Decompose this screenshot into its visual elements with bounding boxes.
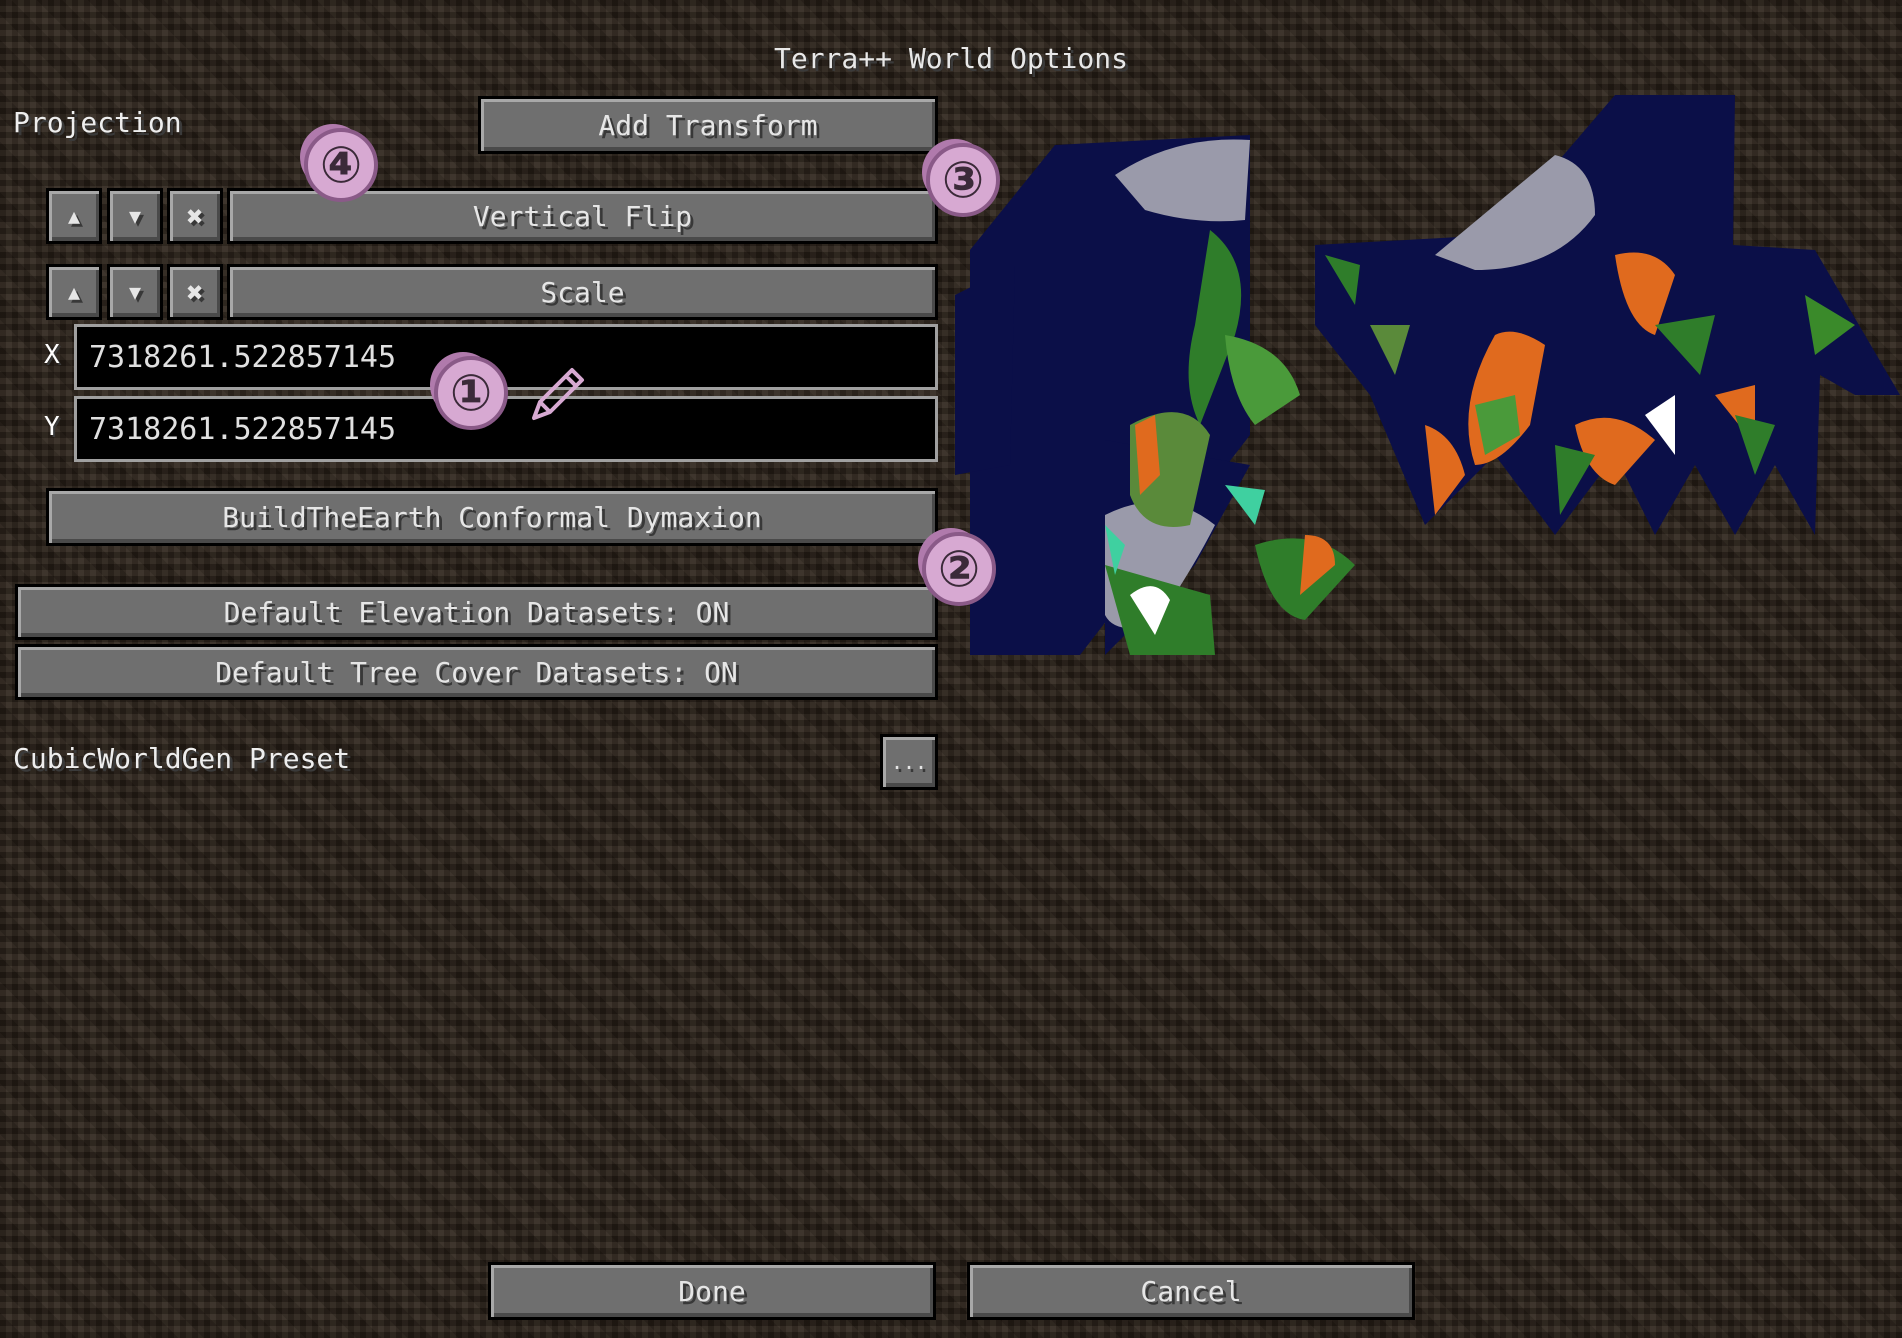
move-up-button[interactable]: ▲ bbox=[46, 188, 102, 244]
move-down-button[interactable]: ▼ bbox=[107, 188, 163, 244]
cwg-preset-button[interactable]: ... bbox=[880, 734, 938, 790]
done-button[interactable]: Done bbox=[488, 1262, 936, 1320]
pencil-icon bbox=[532, 368, 584, 420]
elevation-datasets-toggle[interactable]: Default Elevation Datasets: ON bbox=[15, 584, 938, 640]
move-down-button[interactable]: ▼ bbox=[107, 264, 163, 320]
map-ocean bbox=[955, 95, 1900, 655]
scale-transform-button[interactable]: Scale bbox=[227, 264, 938, 320]
cancel-button[interactable]: Cancel bbox=[967, 1262, 1415, 1320]
tree-cover-datasets-toggle[interactable]: Default Tree Cover Datasets: ON bbox=[15, 644, 938, 700]
base-projection-button[interactable]: BuildTheEarth Conformal Dymaxion bbox=[46, 488, 938, 546]
annotation-marker-2: ② bbox=[922, 532, 996, 606]
annotation-marker-3: ③ bbox=[926, 143, 1000, 217]
add-transform-button[interactable]: Add Transform bbox=[478, 96, 938, 154]
scale-y-label: Y bbox=[44, 412, 60, 442]
annotation-marker-4: ④ bbox=[304, 128, 378, 202]
scale-x-value: 7318261.522857145 bbox=[89, 339, 397, 375]
remove-transform-button[interactable]: ✖ bbox=[167, 188, 223, 244]
scale-x-label: X bbox=[44, 340, 60, 370]
scale-y-input[interactable]: 7318261.522857145 bbox=[74, 396, 938, 462]
move-up-button[interactable]: ▲ bbox=[46, 264, 102, 320]
projection-preview-map bbox=[955, 95, 1900, 655]
window-title: Terra++ World Options bbox=[773, 42, 1128, 75]
cwg-preset-label: CubicWorldGen Preset bbox=[13, 742, 351, 775]
annotation-marker-1: ① bbox=[434, 356, 508, 430]
scale-y-value: 7318261.522857145 bbox=[89, 411, 397, 447]
projection-label: Projection bbox=[13, 106, 182, 139]
remove-transform-button[interactable]: ✖ bbox=[167, 264, 223, 320]
